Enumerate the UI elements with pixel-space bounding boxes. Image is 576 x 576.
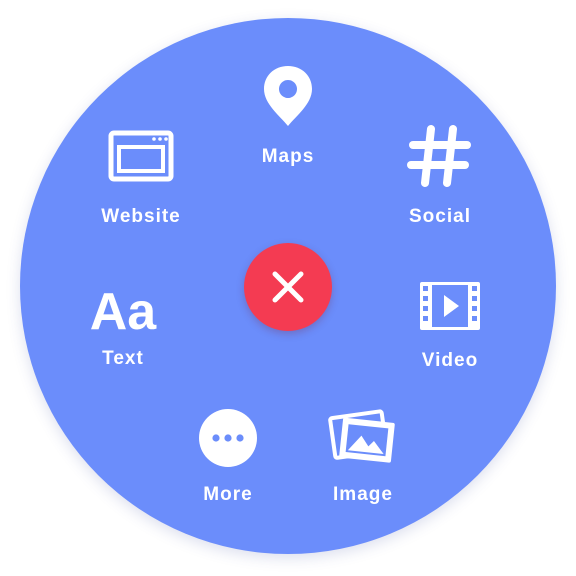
browser-window-icon	[101, 120, 181, 192]
menu-item-label: Video	[421, 350, 479, 371]
radial-menu: Maps Social Website Aa Text Video More I…	[0, 0, 576, 576]
menu-item-website[interactable]: Website	[81, 120, 201, 228]
hashtag-icon	[400, 120, 480, 192]
menu-item-label: Social	[409, 206, 471, 227]
menu-item-text[interactable]: Aa Text	[63, 276, 183, 370]
menu-item-label: Text	[102, 348, 144, 369]
menu-item-image[interactable]: Image	[303, 402, 423, 506]
menu-item-label: More	[203, 484, 253, 505]
text-icon: Aa	[83, 276, 163, 348]
text-icon-glyph: Aa	[89, 283, 157, 341]
menu-item-video[interactable]: Video	[390, 270, 510, 372]
more-dots-icon	[188, 402, 268, 474]
menu-item-social[interactable]: Social	[380, 120, 500, 228]
photo-stack-icon	[323, 402, 403, 474]
menu-item-label: Image	[333, 484, 393, 505]
map-pin-icon	[248, 60, 328, 132]
close-icon	[272, 271, 304, 303]
menu-item-maps[interactable]: Maps	[228, 60, 348, 168]
close-button[interactable]	[244, 243, 332, 331]
menu-item-more[interactable]: More	[168, 402, 288, 506]
menu-item-label: Website	[101, 206, 181, 227]
menu-item-label: Maps	[261, 146, 315, 167]
film-strip-icon	[410, 270, 490, 342]
